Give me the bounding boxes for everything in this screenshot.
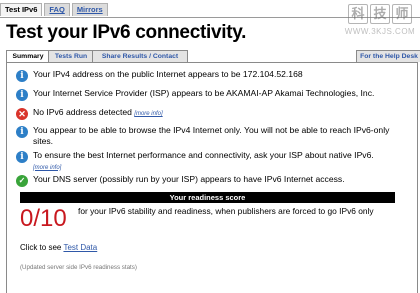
watermark-char: 科 (348, 4, 368, 24)
result-row: ✕ No IPv6 address detected [more info] (16, 107, 403, 120)
tab-mirrors[interactable]: Mirrors (71, 3, 108, 16)
test-data-label: Click to see (20, 243, 62, 252)
watermark-char: 师 (392, 4, 412, 24)
readiness-score: 0/10 (20, 205, 67, 232)
info-icon: i (16, 126, 28, 138)
result-row: i You appear to be able to browse the IP… (16, 125, 403, 146)
watermark-url: WWW.3KJS.COM (344, 27, 416, 36)
tab-test-ipv6[interactable]: Test IPv6 (0, 3, 43, 16)
result-text: Your Internet Service Provider (ISP) app… (33, 88, 375, 98)
watermark-char: 技 (370, 4, 390, 24)
test-data-link[interactable]: Test Data (63, 243, 97, 252)
updated-stats-note: (Updated server side IPv6 readiness stat… (20, 264, 137, 271)
fail-icon: ✕ (16, 108, 28, 120)
readiness-description: for your IPv6 stability and readiness, w… (78, 206, 374, 216)
result-row: ✓ Your DNS server (possibly run by your … (16, 174, 403, 187)
tab-faq[interactable]: FAQ (44, 3, 70, 16)
result-row: i To ensure the best Internet performanc… (16, 150, 403, 173)
tab-share-results[interactable]: Share Results / Contact (92, 50, 188, 62)
result-row: i Your IPv4 address on the public Intern… (16, 69, 403, 82)
result-text: You appear to be able to browse the IPv4… (33, 125, 390, 146)
more-info-link[interactable]: [more info] (134, 111, 162, 117)
info-icon: i (16, 151, 28, 163)
top-nav: Test IPv6 FAQ Mirrors (0, 3, 110, 17)
readiness-header: Your readiness score (20, 192, 395, 203)
result-message: To ensure the best Internet performance … (33, 150, 374, 160)
watermark-logo: 科 技 师 WWW.3KJS.COM (340, 4, 420, 52)
result-message: No IPv6 address detected (33, 107, 132, 117)
info-icon: i (16, 70, 28, 82)
result-text: Your IPv4 address on the public Internet… (33, 69, 303, 79)
more-info-link[interactable]: [more info] (33, 165, 61, 171)
tab-help-desk[interactable]: For the Help Desk (356, 50, 420, 62)
result-row: i Your Internet Service Provider (ISP) a… (16, 88, 403, 101)
page-title: Test your IPv6 connectivity. (6, 22, 247, 43)
tab-tests-run[interactable]: Tests Run (48, 50, 94, 62)
result-text: No IPv6 address detected [more info] (33, 107, 403, 120)
result-text: Your DNS server (possibly run by your IS… (33, 174, 345, 184)
result-text: To ensure the best Internet performance … (33, 150, 403, 173)
check-icon: ✓ (16, 175, 28, 187)
info-icon: i (16, 89, 28, 101)
test-data-line: Click to see Test Data (20, 243, 97, 252)
